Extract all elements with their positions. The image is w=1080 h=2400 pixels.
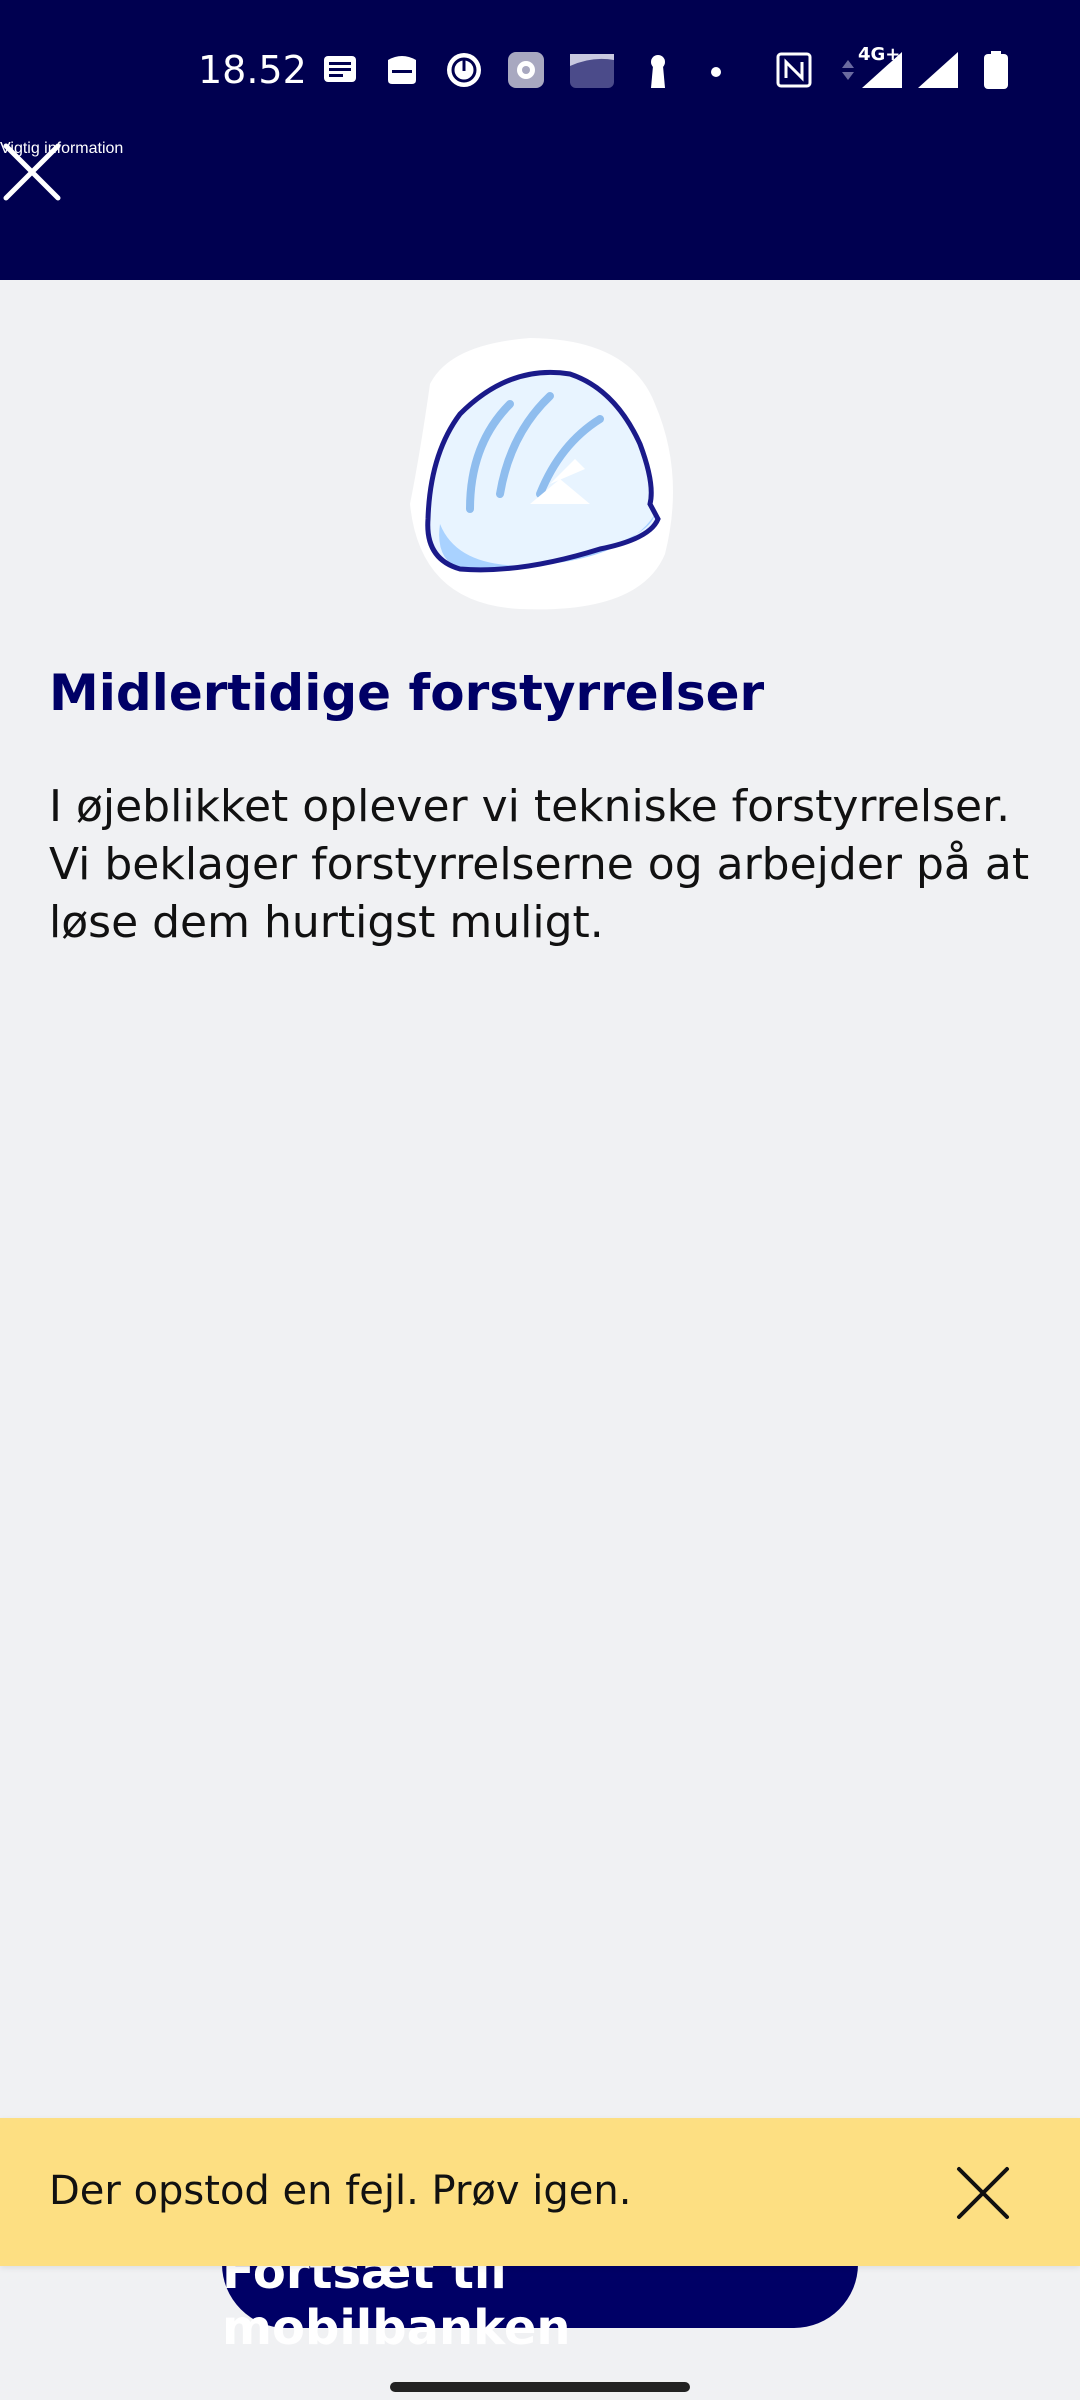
info-text: I øjeblikket oplever vi tekniske forstyr… <box>49 781 1030 948</box>
nfc-icon <box>776 52 812 88</box>
messages-icon <box>324 56 356 82</box>
close-button[interactable] <box>0 140 1080 280</box>
dot-icon <box>711 67 721 77</box>
hard-hat-icon <box>410 338 673 610</box>
vpn-icon <box>447 53 481 87</box>
close-icon <box>957 2167 1009 2219</box>
section-heading: Midlertidige forstyrrelser <box>49 664 765 722</box>
settings-icon <box>508 52 544 88</box>
inbox-icon <box>388 56 416 84</box>
dismiss-toast-button[interactable] <box>950 2160 1016 2226</box>
battery-icon <box>984 51 1008 89</box>
signal-icon <box>862 52 902 88</box>
error-toast: Der opstod en fejl. Prøv igen. <box>0 2118 1080 2266</box>
status-bar: 18.52 4G+ <box>0 0 1080 140</box>
wallet-icon <box>570 54 614 88</box>
data-arrows-icon <box>842 60 854 80</box>
keyhole-icon <box>651 55 665 88</box>
signal-icon <box>918 52 958 88</box>
error-message: Der opstod en fejl. Prøv igen. <box>49 2168 632 2214</box>
status-time: 18.52 <box>198 48 307 92</box>
page-title: Vigtig information <box>0 140 124 157</box>
home-indicator[interactable] <box>390 2382 690 2392</box>
